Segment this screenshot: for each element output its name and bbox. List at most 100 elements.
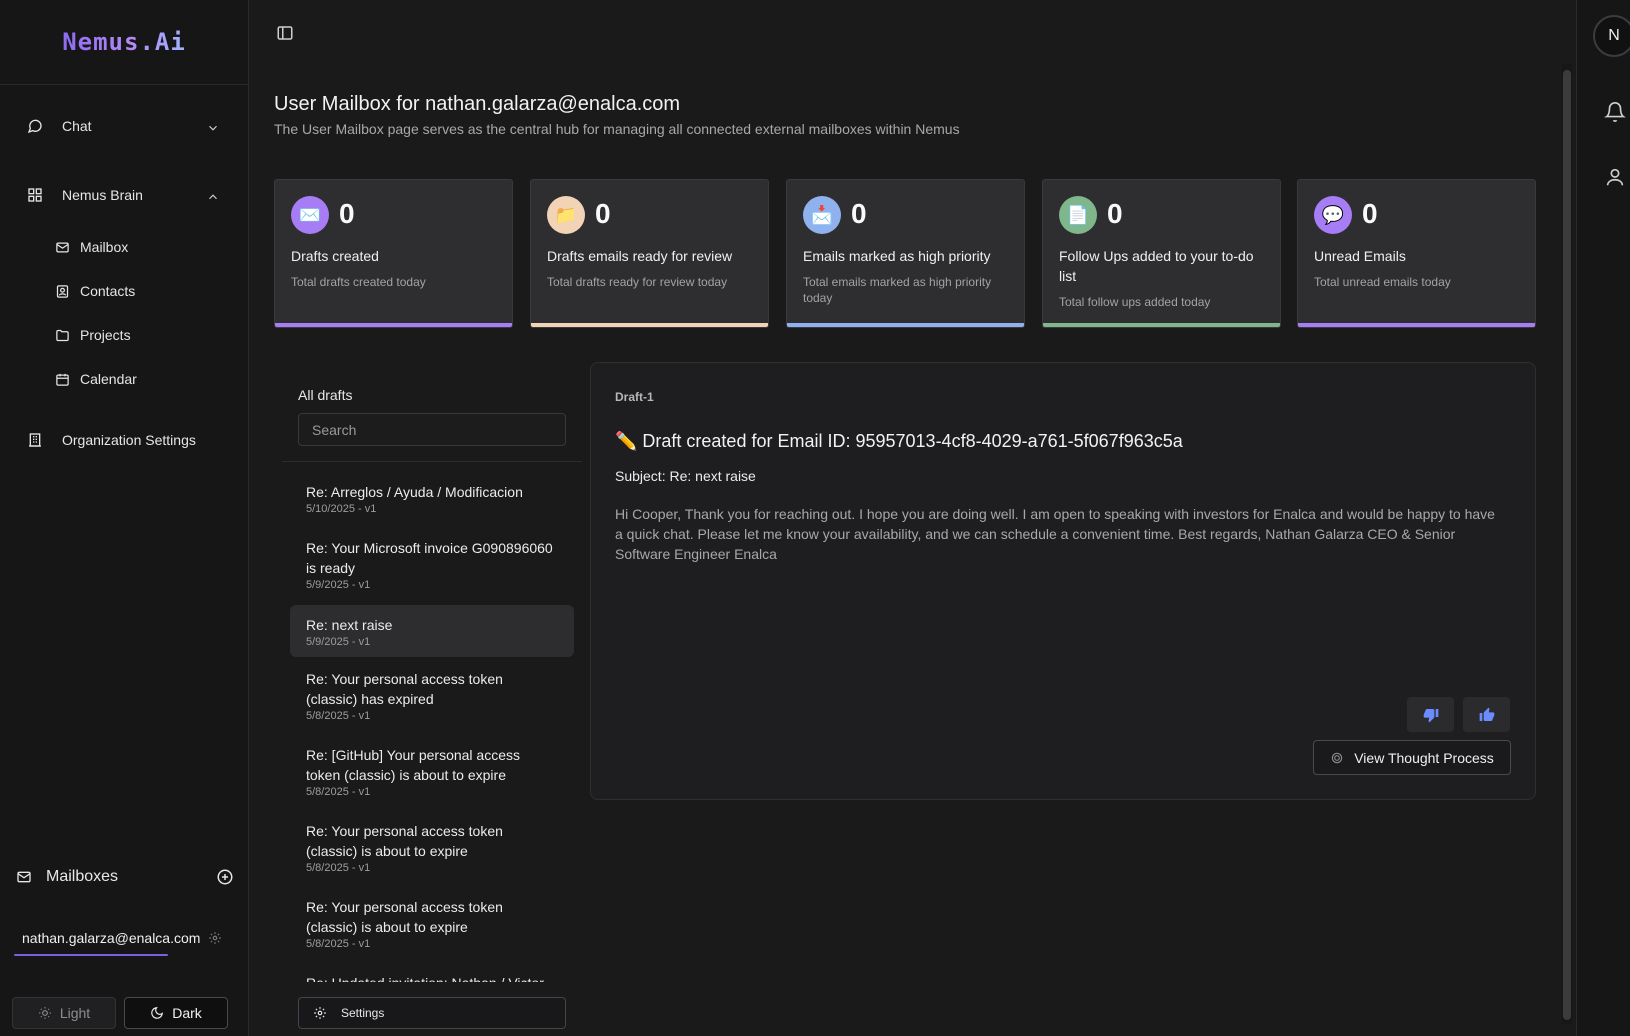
envelope-icon: ✉️ <box>291 196 329 234</box>
nav-nemus-brain-label: Nemus Brain <box>62 187 143 203</box>
mailbox-active-indicator <box>14 954 168 956</box>
list-item[interactable]: Re: [GitHub] Your personal access token … <box>290 733 574 809</box>
stat-card-ready-for-review: 📁 0 Drafts emails ready for review Total… <box>530 179 769 328</box>
sidebar-item-label: Mailbox <box>80 239 129 255</box>
theme-dark-button[interactable]: Dark <box>124 997 228 1029</box>
mailbox-email: nathan.galarza@enalca.com <box>22 930 201 946</box>
stat-value: 0 <box>339 198 355 229</box>
draft-date: 5/9/2025 - v1 <box>306 579 371 591</box>
stat-title: Drafts created <box>291 248 379 264</box>
theme-switch: Light Dark <box>12 997 228 1029</box>
stat-desc: Total drafts created today <box>291 275 426 289</box>
mail-icon <box>54 239 70 255</box>
draft-subject: Re: Your personal access token (classic)… <box>306 671 503 707</box>
draft-date: 5/8/2025 - v1 <box>306 862 371 874</box>
sidebar-item-label: Calendar <box>80 371 137 387</box>
gear-icon <box>314 1007 326 1019</box>
stat-card-follow-ups: 📄 0 Follow Ups added to your to-do list … <box>1042 179 1281 328</box>
draft-label: Draft-1 <box>615 390 654 404</box>
draft-subject: Re: [GitHub] Your personal access token … <box>306 747 521 783</box>
stat-desc: Total follow ups added today <box>1059 295 1211 309</box>
list-item[interactable]: Re: Updated invitation: Nathan / Victor … <box>290 961 574 982</box>
mailbox-entry[interactable]: nathan.galarza@enalca.com <box>12 922 232 956</box>
draft-subject: Re: Updated invitation: Nathan / Victor … <box>306 973 558 982</box>
chevron-up-icon[interactable] <box>206 190 220 204</box>
list-item[interactable]: Re: Your Microsoft invoice G090896060 is… <box>290 526 574 602</box>
moon-icon <box>151 1007 164 1019</box>
list-item[interactable]: Re: Your personal access token (classic)… <box>290 885 574 961</box>
stat-title: Emails marked as high priority <box>803 248 991 264</box>
chevron-down-icon[interactable] <box>206 121 220 135</box>
theme-light-button[interactable]: Light <box>12 997 116 1029</box>
mail-icon <box>17 871 31 883</box>
add-circle-icon[interactable] <box>216 868 234 886</box>
list-item[interactable]: Re: Your personal access token (classic)… <box>290 657 574 733</box>
theme-light-label: Light <box>59 1005 91 1021</box>
calendar-icon <box>54 371 70 387</box>
settings-label: Settings <box>341 1006 385 1020</box>
sidebar-item-projects[interactable]: Projects <box>54 327 131 343</box>
stat-value: 0 <box>1107 198 1123 229</box>
avatar[interactable]: N <box>1593 15 1630 57</box>
thumbs-down-icon <box>1423 708 1438 722</box>
list-item-selected[interactable]: Re: next raise 5/9/2025 - v1 <box>290 605 574 657</box>
thumbs-down-button[interactable] <box>1407 697 1454 732</box>
list-item[interactable]: Re: Your personal access token (classic)… <box>290 809 574 885</box>
page-subtitle: The User Mailbox page serves as the cent… <box>274 121 960 137</box>
stat-card-unread: 💬 0 Unread Emails Total unread emails to… <box>1297 179 1536 328</box>
stat-desc: Total emails marked as high priority tod… <box>803 275 992 305</box>
list-item[interactable]: Re: Arreglos / Ayuda / Modificacion 5/10… <box>290 470 574 526</box>
theme-dark-label: Dark <box>172 1005 202 1021</box>
folder-icon: 📁 <box>547 196 585 234</box>
right-rail <box>1576 0 1630 1036</box>
sidebar-item-mailbox[interactable]: Mailbox <box>54 239 128 255</box>
draft-subject: Re: next raise <box>306 617 393 633</box>
nav-nemus-brain[interactable]: Nemus Brain <box>26 186 143 204</box>
scrollbar-thumb[interactable] <box>1563 70 1571 1020</box>
view-thought-process-button[interactable]: View Thought Process <box>1313 740 1511 775</box>
nav-chat[interactable]: Chat <box>26 117 92 135</box>
page-title: User Mailbox for nathan.galarza@enalca.c… <box>274 93 681 115</box>
brand-logo[interactable]: Nemus.Ai <box>62 28 186 56</box>
draft-date: 5/9/2025 - v1 <box>306 636 371 648</box>
sidebar-item-calendar[interactable]: Calendar <box>54 371 137 387</box>
draft-body[interactable]: Hi Cooper, Thank you for reaching out. I… <box>615 504 1505 564</box>
building-icon <box>26 431 44 449</box>
bell-icon[interactable] <box>1604 101 1626 123</box>
sidebar-item-contacts[interactable]: Contacts <box>54 283 135 299</box>
thumbs-up-button[interactable] <box>1463 697 1510 732</box>
draft-subject: Re: Your Microsoft invoice G090896060 is… <box>306 540 553 576</box>
mailboxes-label: Mailboxes <box>46 868 119 885</box>
search-input[interactable] <box>298 413 566 446</box>
stat-accent-bar <box>275 323 512 327</box>
stat-value: 0 <box>1362 198 1378 229</box>
priority-envelope-icon: 📩 <box>803 196 841 234</box>
sidebar-item-label: Contacts <box>80 283 136 299</box>
draft-subject: Re: Arreglos / Ayuda / Modificacion <box>306 484 523 500</box>
grid-icon <box>26 186 44 204</box>
contact-card-icon <box>54 283 70 299</box>
nav-organization-settings-label: Organization Settings <box>62 432 196 448</box>
stat-accent-bar <box>1043 323 1280 327</box>
user-icon[interactable] <box>1604 166 1626 188</box>
sidebar-toggle-icon[interactable] <box>276 24 294 42</box>
draft-date: 5/8/2025 - v1 <box>306 938 371 950</box>
nav-organization-settings[interactable]: Organization Settings <box>26 431 196 449</box>
settings-button[interactable]: Settings <box>298 997 566 1029</box>
gear-icon[interactable] <box>208 931 222 945</box>
draft-heading: ✏️ Draft created for Email ID: 95957013-… <box>615 431 1183 451</box>
stat-value: 0 <box>851 198 867 229</box>
divider <box>282 461 582 462</box>
draft-date: 5/8/2025 - v1 <box>306 786 371 798</box>
stat-card-high-priority: 📩 0 Emails marked as high priority Total… <box>786 179 1025 328</box>
draft-subject: Re: Your personal access token (classic)… <box>306 899 503 935</box>
draft-list[interactable]: Re: Arreglos / Ayuda / Modificacion 5/10… <box>290 470 574 982</box>
stat-card-drafts-created: ✉️ 0 Drafts created Total drafts created… <box>274 179 513 328</box>
stat-desc: Total unread emails today <box>1314 275 1451 289</box>
stat-title: Drafts emails ready for review <box>547 248 733 264</box>
draft-date: 5/10/2025 - v1 <box>306 503 377 515</box>
stat-accent-bar <box>787 323 1024 327</box>
thumbs-up-icon <box>1479 707 1494 721</box>
stat-title: Unread Emails <box>1314 248 1406 264</box>
stat-accent-bar <box>531 323 768 327</box>
